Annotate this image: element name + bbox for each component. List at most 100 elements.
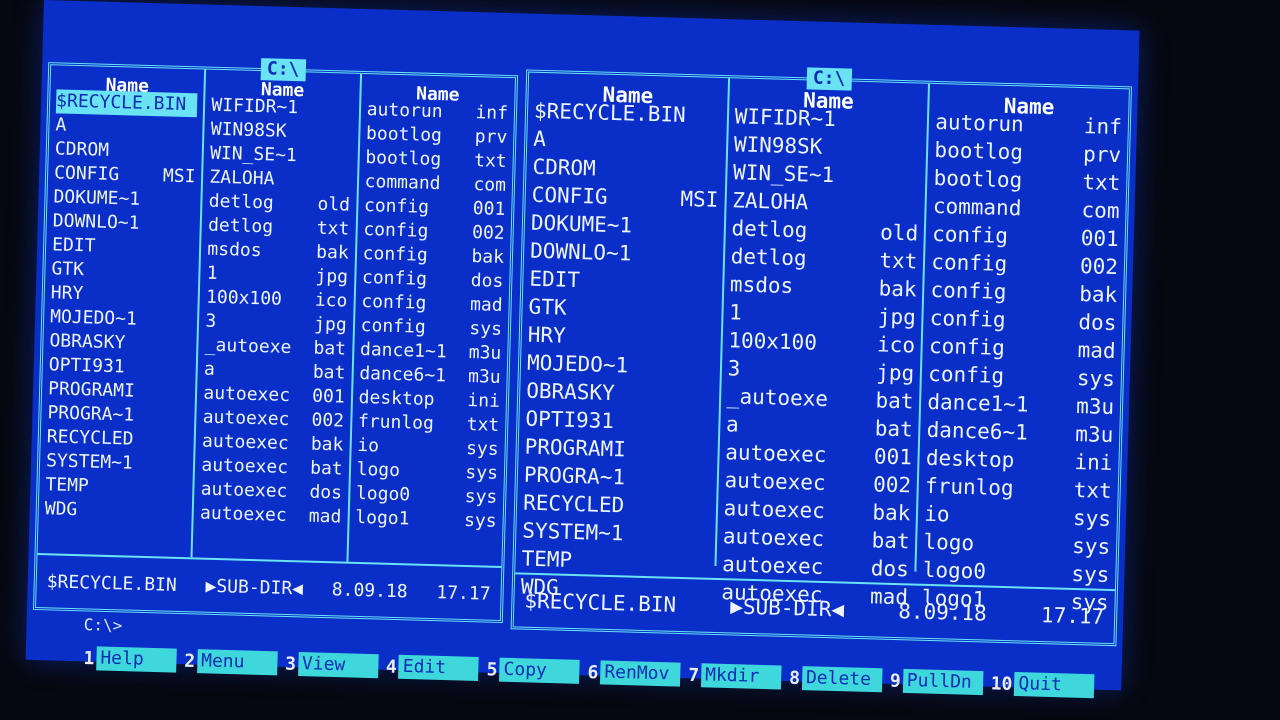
file-name: config <box>930 277 1007 304</box>
status-type: ▶SUB-DIR◀ <box>205 575 304 599</box>
file-extension: sys <box>1072 505 1112 531</box>
file-entry[interactable]: logo1 sys <box>355 506 497 534</box>
file-extension: prv <box>474 126 508 148</box>
file-name: GTK <box>528 294 567 320</box>
file-entry[interactable]: 100x100 ico <box>206 286 348 314</box>
file-extension: 002 <box>872 472 912 498</box>
file-extension: 002 <box>311 409 345 432</box>
file-extension: 001 <box>1080 226 1120 252</box>
fkey-menu[interactable]: 2 Menu <box>184 643 278 682</box>
file-name: 1 <box>728 300 743 325</box>
file-name: msdos <box>729 272 794 299</box>
file-extension: prv <box>1082 142 1122 168</box>
file-extension <box>192 285 193 309</box>
file-extension <box>716 242 717 270</box>
fkey-pulldn[interactable]: 9 PullDn <box>889 663 984 702</box>
file-extension: m3u <box>467 365 501 388</box>
file-name: TEMP <box>521 546 573 572</box>
file-extension <box>719 158 720 186</box>
file-entry[interactable]: msdos bak <box>207 238 349 266</box>
file-extension: ini <box>467 389 501 412</box>
left-column-1: Name $RECYCLE.BIN A CDROM CONFIG MSI DOKUME~1 D… <box>37 65 207 558</box>
left-panel[interactable]: C:\ Name $RECYCLE.BIN A CDROM CONFIG MSI DOKUM… <box>32 58 519 624</box>
file-name: bootlog <box>365 123 443 147</box>
fkey-renmov[interactable]: 6 RenMov <box>587 654 681 693</box>
file-name: WIN98SK <box>733 132 823 159</box>
fkey-number: 6 <box>587 661 599 683</box>
file-extension: com <box>473 174 507 196</box>
file-name: EDIT <box>529 266 581 293</box>
fkey-label: PullDn <box>902 668 984 696</box>
file-name: autoexec <box>201 454 289 478</box>
file-name: WDG <box>44 498 78 521</box>
file-name: detlog <box>207 214 274 238</box>
file-extension <box>713 354 714 382</box>
file-name: detlog <box>731 216 808 243</box>
file-name: _autoexe <box>726 384 829 412</box>
file-extension: sys <box>1071 533 1111 559</box>
file-name: DOKUME~1 <box>530 210 633 238</box>
file-extension <box>191 309 192 333</box>
file-name: io <box>924 501 950 527</box>
file-extension: bak <box>1078 282 1118 308</box>
right-panel[interactable]: C:\ Name $RECYCLE.BIN A CDROM CONFIG MSI DOKUM… <box>510 67 1133 647</box>
file-entry[interactable]: _autoexe bat <box>726 382 914 415</box>
file-name: 3 <box>727 356 741 381</box>
file-extension <box>717 214 718 242</box>
fkey-mkdir[interactable]: 7 Mkdir <box>688 657 782 696</box>
file-entry[interactable]: 100x100 ico <box>728 326 915 359</box>
file-extension <box>186 501 187 525</box>
fkey-edit[interactable]: 4 Edit <box>385 648 480 687</box>
file-name: io <box>357 434 380 457</box>
file-extension: 001 <box>873 444 913 470</box>
file-name: config <box>928 333 1006 360</box>
file-extension: bak <box>471 246 505 268</box>
file-name: detlog <box>208 190 275 214</box>
file-extension <box>709 522 710 550</box>
file-entry[interactable]: WDG <box>44 497 186 525</box>
fkey-number: 9 <box>889 670 902 692</box>
file-name: frunlog <box>924 473 1014 501</box>
status-name: $RECYCLE.BIN <box>46 570 178 596</box>
file-name: logo <box>923 529 975 556</box>
right-column-1: Name $RECYCLE.BIN A CDROM CONFIG MSI DOKUME~1 D… <box>515 72 730 600</box>
file-name: autoexec <box>199 502 288 526</box>
file-extension: sys <box>1076 365 1116 392</box>
file-name: config <box>362 243 429 266</box>
fkey-label: Mkdir <box>700 663 782 690</box>
file-extension <box>711 438 712 466</box>
file-entry[interactable]: autoexec mad <box>200 502 342 530</box>
fkey-delete[interactable]: 8 Delete <box>789 660 883 699</box>
file-extension <box>196 117 197 141</box>
file-extension <box>187 453 188 477</box>
file-extension: txt <box>316 217 350 240</box>
file-name: frunlog <box>357 410 435 435</box>
file-extension <box>710 466 711 494</box>
file-name: PROGRAMI <box>47 378 136 402</box>
fkey-quit[interactable]: 10 Quit <box>990 665 1095 704</box>
file-extension <box>190 357 191 381</box>
file-name: desktop <box>925 445 1015 473</box>
fkey-view[interactable]: 3 View <box>285 646 379 685</box>
file-name: autoexec <box>203 382 291 407</box>
file-name: config <box>360 314 426 338</box>
file-name: autoexec <box>201 430 290 455</box>
file-name: CONFIG <box>53 162 120 186</box>
left-column-3: Name autorun inf bootlog prv bootlog txt comman… <box>348 74 515 566</box>
file-entry[interactable]: frunlog txt <box>925 472 1112 505</box>
file-name: DOWNLO~1 <box>52 210 140 234</box>
file-name: 3 <box>205 310 217 332</box>
file-extension: dos <box>309 481 343 504</box>
file-name: config <box>363 219 429 242</box>
fkey-help[interactable]: 1 Help <box>83 640 177 679</box>
file-entry[interactable]: _autoexe bat <box>204 334 346 362</box>
file-name: WIN_SE~1 <box>732 160 835 188</box>
command-prompt[interactable]: C:\> <box>83 615 122 635</box>
fkey-copy[interactable]: 5 Copy <box>486 651 580 690</box>
file-name: GTK <box>51 258 85 281</box>
file-name: autoexec <box>721 552 824 579</box>
fkey-number: 8 <box>788 667 801 689</box>
file-extension <box>919 164 920 192</box>
file-entry[interactable]: msdos bak <box>730 270 917 303</box>
file-extension: bat <box>874 416 914 442</box>
